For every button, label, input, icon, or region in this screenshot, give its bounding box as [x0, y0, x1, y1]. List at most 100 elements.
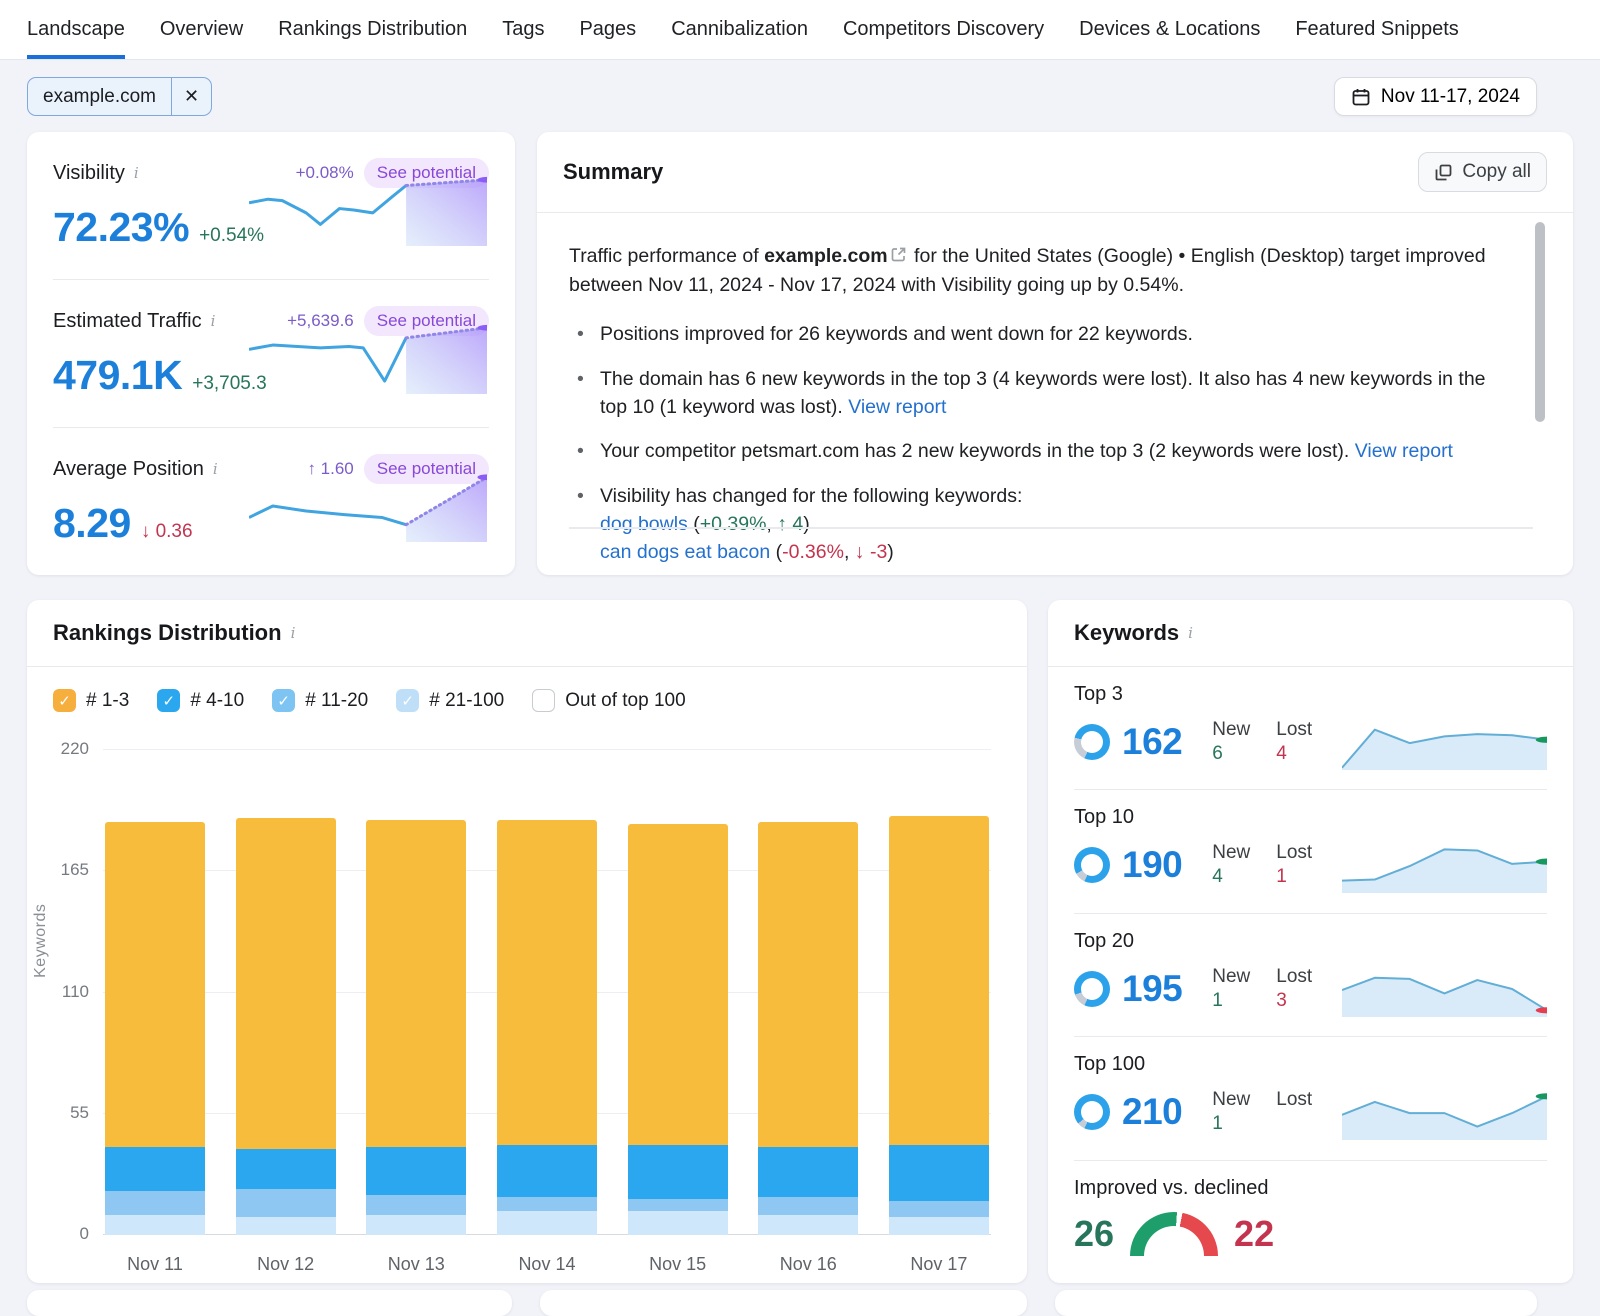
x-axis-labels: Nov 11Nov 12Nov 13Nov 14Nov 15Nov 16Nov …	[103, 1254, 991, 1275]
view-report-link[interactable]: View report	[1355, 440, 1453, 462]
top10-new: 4	[1212, 866, 1250, 888]
keywords-row-top10: Top 10 190 New4 Lost1	[1074, 789, 1547, 912]
keywords-row-top3: Top 3 162 New6 Lost4	[1074, 667, 1547, 789]
checkbox-checked-icon[interactable]: ✓	[396, 689, 419, 712]
visibility-metric: Visibility i +0.08% See potential 72.23%…	[53, 132, 489, 279]
top10-lost: 1	[1276, 866, 1312, 888]
summary-scrollbar[interactable]	[1535, 222, 1545, 422]
top20-lost: 3	[1276, 990, 1312, 1012]
donut-icon	[1074, 1094, 1110, 1130]
view-report-link[interactable]: View report	[848, 396, 946, 418]
summary-card: Summary Copy all Traffic performance of …	[537, 132, 1573, 575]
tab-competitors-discovery[interactable]: Competitors Discovery	[843, 0, 1044, 59]
bar-nov-12[interactable]	[236, 818, 336, 1235]
checkbox-checked-icon[interactable]: ✓	[53, 689, 76, 712]
keyword-link-dog-bowls[interactable]: dog bowls	[600, 513, 688, 535]
average-position-metric: Average Position i ↑ 1.60 See potential …	[53, 427, 489, 575]
bar-nov-13[interactable]	[366, 820, 466, 1235]
next-card-peek	[27, 1290, 512, 1316]
summary-body: Traffic performance of example.com for t…	[537, 213, 1573, 566]
metrics-card: Visibility i +0.08% See potential 72.23%…	[27, 132, 515, 575]
checkbox-unchecked-icon[interactable]	[532, 689, 555, 712]
next-card-peek	[540, 1290, 1027, 1316]
visibility-label: Visibility	[53, 162, 125, 185]
info-icon[interactable]: i	[213, 460, 218, 478]
legend-filter-11-20[interactable]: ✓ # 11-20	[272, 689, 368, 712]
bar-nov-14[interactable]	[497, 820, 597, 1235]
improved-count: 26	[1074, 1213, 1114, 1255]
summary-bullet-4: Visibility has changed for the following…	[569, 483, 1505, 566]
info-icon[interactable]: i	[211, 312, 216, 330]
checkbox-checked-icon[interactable]: ✓	[272, 689, 295, 712]
position-value: 8.29	[53, 500, 131, 547]
estimated-traffic-metric: Estimated Traffic i +5,639.6 See potenti…	[53, 279, 489, 427]
copy-all-button[interactable]: Copy all	[1418, 152, 1547, 192]
date-range-button[interactable]: Nov 11-17, 2024	[1334, 77, 1537, 116]
chip-close-icon[interactable]: ✕	[171, 78, 211, 115]
top-nav: Landscape Overview Rankings Distribution…	[0, 0, 1600, 60]
tab-cannibalization[interactable]: Cannibalization	[671, 0, 808, 59]
legend-filter-1-3[interactable]: ✓ # 1-3	[53, 689, 129, 712]
traffic-value: 479.1K	[53, 352, 182, 399]
bar-nov-15[interactable]	[628, 824, 728, 1235]
position-delta: ↓ 0.36	[141, 521, 193, 543]
declined-count: 22	[1234, 1213, 1274, 1255]
summary-title: Summary	[563, 159, 663, 185]
position-label: Average Position	[53, 458, 204, 481]
tab-rankings-distribution[interactable]: Rankings Distribution	[278, 0, 467, 59]
keyword-link-can-dogs-eat-bacon[interactable]: can dogs eat bacon	[600, 541, 770, 563]
external-link-icon[interactable]	[890, 244, 907, 272]
rankings-legend: ✓ # 1-3 ✓ # 4-10 ✓ # 11-20 ✓ # 21-100 Ou…	[27, 667, 1027, 718]
date-range-label: Nov 11-17, 2024	[1381, 86, 1520, 108]
keywords-row-top20: Top 20 195 New1 Lost3	[1074, 913, 1547, 1036]
legend-filter-4-10[interactable]: ✓ # 4-10	[157, 689, 244, 712]
donut-icon	[1074, 847, 1110, 883]
summary-domain: example.com	[764, 245, 888, 267]
top20-count: 195	[1122, 968, 1182, 1010]
domain-filter-chip[interactable]: example.com ✕	[27, 77, 212, 116]
keywords-card: Keywords i Top 3 162 New6 Lost4 Top 10	[1048, 600, 1573, 1283]
legend-filter-out-of-top-100[interactable]: Out of top 100	[532, 689, 685, 712]
visibility-value: 72.23%	[53, 204, 189, 251]
next-card-peek	[1055, 1290, 1537, 1316]
tab-devices-locations[interactable]: Devices & Locations	[1079, 0, 1260, 59]
info-icon[interactable]: i	[291, 624, 296, 642]
summary-bullet-3: Your competitor petsmart.com has 2 new k…	[569, 438, 1505, 466]
calendar-icon	[1351, 87, 1371, 107]
top3-count: 162	[1122, 721, 1182, 763]
tab-pages[interactable]: Pages	[579, 0, 636, 59]
summary-bullet-2: The domain has 6 new keywords in the top…	[569, 366, 1505, 421]
tab-featured-snippets[interactable]: Featured Snippets	[1295, 0, 1458, 59]
traffic-sparkline	[249, 322, 487, 394]
top100-new: 1	[1212, 1113, 1250, 1135]
top100-sparkline	[1342, 1084, 1547, 1140]
top3-lost: 4	[1276, 743, 1312, 765]
top20-sparkline	[1342, 961, 1547, 1017]
keywords-title: Keywords	[1074, 620, 1179, 646]
summary-divider	[569, 527, 1533, 529]
top10-sparkline	[1342, 837, 1547, 893]
copy-icon	[1434, 163, 1453, 182]
stacked-bar-plot[interactable]: 055110165220	[103, 750, 991, 1235]
info-icon[interactable]: i	[1188, 624, 1193, 642]
rankings-distribution-card: Rankings Distribution i ✓ # 1-3 ✓ # 4-10…	[27, 600, 1027, 1283]
donut-icon	[1074, 724, 1110, 760]
bar-nov-16[interactable]	[758, 822, 858, 1235]
info-icon[interactable]: i	[134, 164, 139, 182]
bar-nov-11[interactable]	[105, 822, 205, 1235]
improved-declined-gauge	[1130, 1212, 1218, 1256]
improved-declined-row: Improved vs. declined 26 22	[1074, 1160, 1547, 1283]
tab-overview[interactable]: Overview	[160, 0, 243, 59]
tab-landscape[interactable]: Landscape	[27, 0, 125, 59]
traffic-label: Estimated Traffic	[53, 310, 202, 333]
tab-tags[interactable]: Tags	[502, 0, 544, 59]
legend-filter-21-100[interactable]: ✓ # 21-100	[396, 689, 504, 712]
donut-icon	[1074, 971, 1110, 1007]
y-axis-label: Keywords	[32, 903, 50, 977]
visibility-sparkline	[249, 174, 487, 246]
checkbox-checked-icon[interactable]: ✓	[157, 689, 180, 712]
rankings-chart: Keywords 055110165220 Nov 11Nov 12Nov 13…	[47, 736, 997, 1275]
summary-bullet-1: Positions improved for 26 keywords and w…	[569, 321, 1505, 349]
top20-new: 1	[1212, 990, 1250, 1012]
bar-nov-17[interactable]	[889, 816, 989, 1235]
